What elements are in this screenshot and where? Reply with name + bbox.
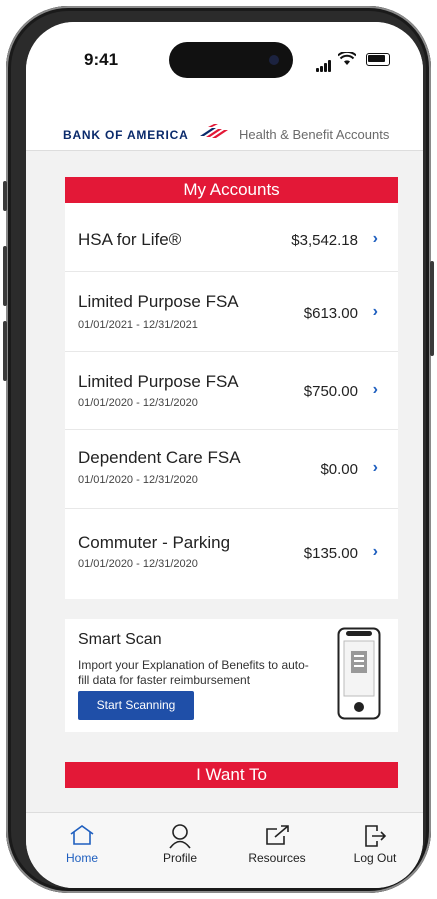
account-dates: 01/01/2021 - 12/31/2021 (78, 319, 198, 331)
accounts-list: HSA for Life® $3,542.18 › Limited Purpos… (65, 203, 398, 599)
account-dates: 01/01/2020 - 12/31/2020 (78, 397, 198, 409)
phone-frame: 9:41 BANK OF AMERICA Health & Benefit Ac… (3, 6, 434, 893)
account-amount: $3,542.18 (291, 232, 358, 249)
phone-scan-icon (337, 627, 381, 720)
chevron-right-icon: › (372, 543, 378, 560)
app-header: BANK OF AMERICA Health & Benefit Account… (26, 94, 423, 151)
account-name: Dependent Care FSA (78, 448, 241, 467)
i-want-to-banner: I Want To (65, 762, 398, 788)
account-row[interactable]: HSA for Life® $3,542.18 › (65, 203, 398, 272)
smart-scan-title: Smart Scan (78, 631, 162, 648)
home-icon (70, 825, 94, 845)
account-amount: $135.00 (303, 545, 358, 562)
header-subtitle: Health & Benefit Accounts (239, 127, 390, 142)
tab-home[interactable]: Home (42, 823, 122, 865)
account-row[interactable]: Commuter - Parking 01/01/2020 - 12/31/20… (65, 509, 398, 599)
smart-scan-description: Import your Explanation of Benefits to a… (78, 658, 309, 687)
smart-scan-card: Smart Scan Import your Explanation of Be… (65, 619, 398, 732)
account-dates: 01/01/2020 - 12/31/2020 (78, 474, 198, 486)
screen: 9:41 BANK OF AMERICA Health & Benefit Ac… (26, 22, 423, 888)
tab-profile[interactable]: Profile (140, 823, 220, 865)
tab-label: Log Out (353, 851, 397, 865)
account-amount: $750.00 (303, 383, 358, 400)
my-accounts-banner: My Accounts (65, 177, 398, 203)
camera-icon (269, 55, 279, 65)
battery-icon (366, 53, 390, 66)
start-scanning-button[interactable]: Start Scanning (78, 691, 194, 720)
account-dates: 01/01/2020 - 12/31/2020 (78, 558, 198, 570)
profile-icon (169, 824, 191, 849)
tab-label: Home (65, 851, 98, 865)
volume-up-button (3, 246, 7, 306)
chevron-right-icon: › (372, 230, 378, 247)
tab-logout[interactable]: Log Out (335, 823, 415, 865)
account-amount: $0.00 (320, 461, 358, 478)
account-name: Commuter - Parking (78, 533, 231, 552)
tab-label: Resources (248, 851, 306, 865)
account-row[interactable]: Limited Purpose FSA 01/01/2020 - 12/31/2… (65, 352, 398, 430)
chevron-right-icon: › (372, 303, 378, 320)
silent-switch (3, 181, 7, 211)
account-amount: $613.00 (303, 305, 358, 322)
external-link-icon (266, 825, 289, 845)
account-row[interactable]: Limited Purpose FSA 01/01/2021 - 12/31/2… (65, 272, 398, 352)
flag-logo-icon (200, 124, 228, 138)
account-name: Limited Purpose FSA (78, 292, 239, 311)
account-row[interactable]: Dependent Care FSA 01/01/2020 - 12/31/20… (65, 430, 398, 509)
tab-resources[interactable]: Resources (237, 823, 317, 865)
dynamic-island (169, 42, 293, 78)
volume-down-button (3, 321, 7, 381)
accounts-section: My Accounts HSA for Life® $3,542.18 › Li… (65, 177, 398, 599)
power-button (430, 261, 434, 356)
chevron-right-icon: › (372, 381, 378, 398)
logout-icon (365, 825, 387, 847)
signal-icon (316, 54, 332, 72)
tab-label: Profile (162, 851, 197, 865)
chevron-right-icon: › (372, 459, 378, 476)
status-time: 9:41 (84, 50, 119, 69)
status-bar: 9:41 (26, 22, 423, 94)
account-name: HSA for Life® (78, 230, 182, 249)
wifi-icon (338, 52, 356, 65)
account-name: Limited Purpose FSA (78, 372, 239, 391)
tab-bar: Home Profile Resources Log Out (26, 812, 423, 888)
brand-logo-text: BANK OF AMERICA (63, 128, 189, 142)
